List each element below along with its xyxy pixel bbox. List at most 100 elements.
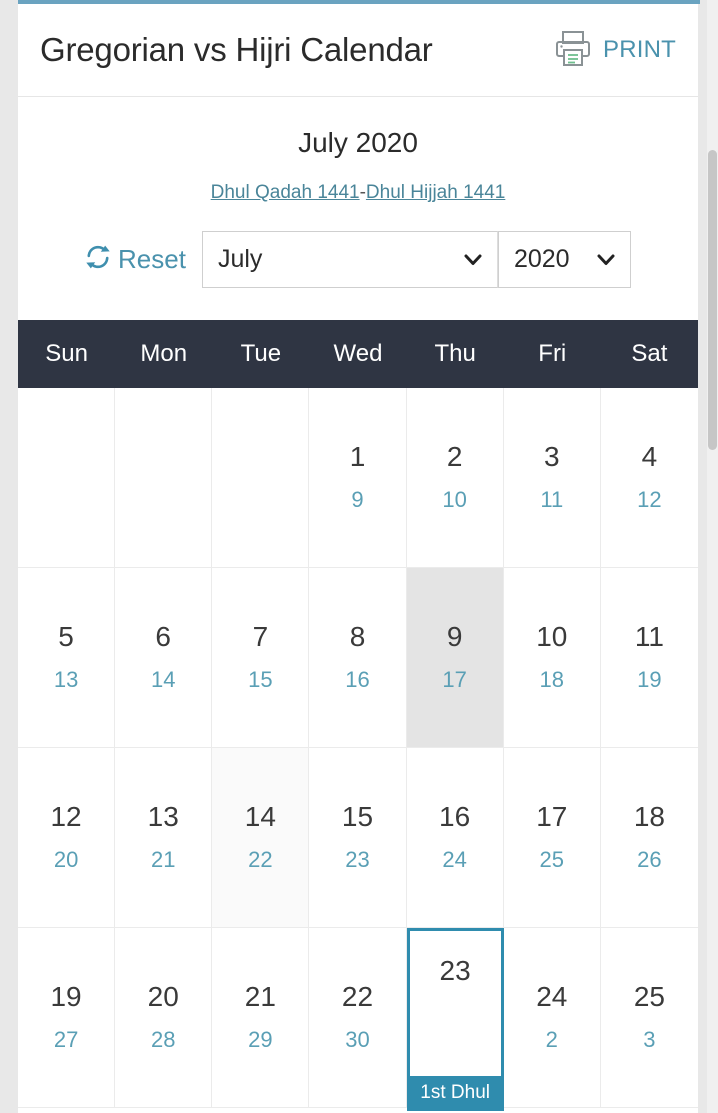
calendar-day-cell[interactable]: 23 1st Dhul	[406, 927, 504, 1111]
hijri-date: 10	[442, 487, 467, 513]
calendar-day-cell[interactable]: 9 17	[406, 567, 504, 748]
weekday-fri: Fri	[538, 339, 567, 367]
weekday-sun: Sun	[45, 339, 88, 367]
calendar-day-cell[interactable]: 21 29	[212, 927, 310, 1108]
calendar-day-cell[interactable]: 10 18	[503, 567, 601, 748]
hijri-date: 9	[351, 487, 364, 513]
hijri-end-link[interactable]: Dhul Hijjah 1441	[366, 182, 505, 203]
printer-icon	[552, 27, 594, 74]
calendar-day-cell[interactable]: 3 11	[503, 387, 601, 568]
calendar-cell-empty	[18, 387, 116, 568]
hijri-date: 11	[540, 487, 564, 513]
print-label: PRINT	[603, 36, 676, 63]
hijri-date: 3	[643, 1027, 656, 1053]
chevron-down-icon	[596, 245, 616, 274]
hijri-date: 13	[53, 667, 79, 693]
hijri-date: 25	[539, 847, 565, 873]
calendar-day-cell[interactable]: 11 19	[600, 567, 698, 748]
scrollbar-thumb[interactable]	[708, 150, 717, 450]
weekday-sat: Sat	[631, 339, 668, 367]
gregorian-date: 24	[536, 981, 568, 1013]
calendar-day-cell[interactable]: 13 21	[115, 747, 213, 928]
gregorian-date: 14	[244, 801, 276, 833]
gregorian-date: 6	[155, 621, 171, 653]
calendar-day-cell[interactable]: 22 30	[309, 927, 407, 1108]
calendar-day-cell[interactable]: 19	[309, 387, 407, 568]
weekday-thu: Thu	[434, 339, 476, 367]
calendar-day-cell[interactable]: 16 24	[406, 747, 504, 928]
hijri-date: 15	[248, 667, 273, 693]
vertical-scrollbar[interactable]	[707, 0, 718, 1113]
calendar-day-cell[interactable]: 4 12	[600, 387, 698, 568]
gregorian-date: 7	[252, 621, 269, 653]
gregorian-date: 8	[349, 621, 366, 653]
hijri-date: 14	[150, 667, 176, 693]
hijri-date: 23	[345, 847, 370, 873]
page-header: Gregorian vs Hijri Calendar PRINT	[18, 4, 698, 97]
gregorian-date: 20	[147, 981, 179, 1013]
hijri-date: 30	[345, 1027, 370, 1053]
gregorian-date: 9	[446, 621, 463, 653]
hijri-date: 17	[442, 667, 467, 693]
chevron-down-icon	[463, 245, 483, 274]
gregorian-date: 16	[439, 801, 471, 833]
calendar-day-cell[interactable]: 6 14	[115, 567, 213, 748]
calendar-day-cell[interactable]: 5 13	[18, 567, 116, 748]
gregorian-date: 15	[341, 801, 374, 833]
hijri-date: 21	[150, 847, 176, 873]
hijri-date: 18	[539, 667, 565, 693]
calendar-day-cell[interactable]: 25 3	[600, 927, 698, 1108]
gregorian-date: 10	[536, 621, 568, 653]
calendar-day-cell[interactable]: 2 10	[406, 387, 504, 568]
weekday-header-row: Sun Mon Tue Wed Thu Fri Sat	[18, 319, 698, 388]
calendar-day-cell[interactable]: 20 28	[115, 927, 213, 1108]
reset-label: Reset	[118, 243, 186, 274]
month-navigation: July 2020 Dhul Qadah 1441-Dhul Hijjah 14…	[18, 97, 698, 320]
hijri-date: 22	[248, 847, 273, 873]
gregorian-date: 17	[536, 801, 568, 833]
date-select-group: July 2020	[201, 230, 631, 288]
calendar-day-cell[interactable]: 24 2	[503, 927, 601, 1108]
calendar-day-cell[interactable]: 7 15	[212, 567, 310, 748]
gregorian-date: 13	[147, 801, 179, 833]
hijri-date: 27	[53, 1027, 79, 1053]
hijri-date: 16	[345, 667, 370, 693]
month-select[interactable]: July	[201, 230, 498, 288]
gregorian-date: 23	[439, 954, 471, 986]
gregorian-date: 3	[543, 441, 560, 473]
hijri-date: 20	[53, 847, 79, 873]
calendar-day-cell[interactable]: 19 27	[18, 927, 116, 1108]
month-select-value: July	[217, 244, 263, 273]
hijri-date: 2	[545, 1027, 558, 1053]
reset-button[interactable]: Reset	[85, 244, 186, 275]
hijri-date: 29	[248, 1027, 273, 1053]
calendar-day-cell[interactable]: 18 26	[600, 747, 698, 928]
gregorian-date: 22	[341, 981, 374, 1013]
day-event-banner: 1st Dhul	[406, 1075, 504, 1111]
gregorian-date: 19	[50, 981, 82, 1013]
hijri-date: 19	[637, 667, 662, 693]
calendar-day-cell[interactable]: 14 22	[212, 747, 310, 928]
weekday-mon: Mon	[140, 339, 188, 367]
refresh-icon	[85, 244, 111, 275]
hijri-date: 26	[637, 847, 662, 873]
weekday-tue: Tue	[240, 339, 282, 367]
hijri-month-range: Dhul Qadah 1441-Dhul Hijjah 1441	[18, 182, 698, 205]
calendar-day-cell[interactable]: 17 25	[503, 747, 601, 928]
hijri-start-link[interactable]: Dhul Qadah 1441	[211, 182, 360, 203]
weekday-wed: Wed	[333, 339, 383, 367]
hijri-date: 12	[637, 487, 662, 513]
calendar-day-cell[interactable]: 12 20	[18, 747, 116, 928]
current-month-title: July 2020	[298, 127, 418, 158]
print-button[interactable]: PRINT	[552, 27, 676, 74]
calendar-day-cell[interactable]: 8 16	[309, 567, 407, 748]
gregorian-date: 11	[634, 621, 664, 653]
page-title: Gregorian vs Hijri Calendar	[40, 31, 433, 68]
gregorian-date: 25	[633, 981, 665, 1013]
calendar-cell-empty	[115, 387, 213, 568]
gregorian-date: 1	[349, 441, 366, 473]
year-select[interactable]: 2020	[497, 230, 631, 288]
calendar-cell-empty	[212, 387, 310, 568]
year-select-value: 2020	[513, 244, 570, 273]
calendar-day-cell[interactable]: 15 23	[309, 747, 407, 928]
